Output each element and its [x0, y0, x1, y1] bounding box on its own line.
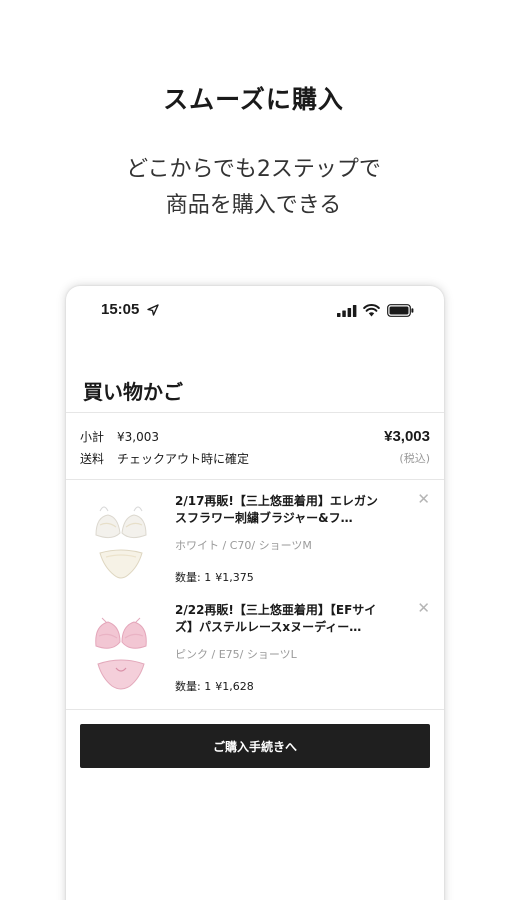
subtotal-label: 小計: [80, 430, 105, 444]
divider: [66, 479, 444, 480]
item-name-line-2: スフラワー刺繍ブラジャー&フ…: [175, 511, 353, 525]
item-price: ¥1,375: [215, 571, 254, 584]
status-bar: 15:05: [66, 300, 444, 322]
close-icon[interactable]: ✕: [417, 600, 430, 616]
item-name[interactable]: 2/22再販!【三上悠亜着用】【EFサイ ズ】パステルレースxヌーディー…: [175, 602, 403, 636]
cart-item: 2/22再販!【三上悠亜着用】【EFサイ ズ】パステルレースxヌーディー… ピン…: [66, 600, 444, 712]
promo-subline-line-2: 商品を購入できる: [165, 193, 342, 218]
shipping-row: 送料 チェックアウト時に確定 (税込): [80, 448, 430, 470]
item-price: ¥1,628: [215, 680, 254, 693]
promo-headline: スムーズに購入: [163, 85, 344, 114]
item-quantity: 数量: 1: [175, 571, 212, 584]
shipping-label: 送料: [80, 452, 105, 466]
status-time: 15:05: [101, 301, 140, 318]
phone-screen: 15:05 買い物かご 小計 ¥3,003 ¥3,003 送料 チェックアウト時…: [66, 286, 444, 900]
tax-note: (税込): [399, 452, 430, 465]
total-amount: ¥3,003: [384, 428, 430, 445]
item-quantity: 数量: 1: [175, 680, 212, 693]
divider: [66, 412, 444, 413]
battery-icon: [387, 304, 414, 317]
promo-subline-line-1: どこからでも2ステップで: [126, 157, 381, 182]
divider: [66, 709, 444, 710]
promo-subline: どこからでも2ステップで 商品を購入できる: [0, 152, 507, 224]
location-arrow-icon: [147, 304, 159, 316]
pink-lingerie-set-thumbnail[interactable]: [90, 610, 152, 700]
cart-item: 2/17再販!【三上悠亜着用】エレガン スフラワー刺繍ブラジャー&フ… ホワイト…: [66, 491, 444, 603]
item-variant: ホワイト / C70/ ショーツM: [175, 539, 312, 552]
wifi-icon: [363, 304, 380, 317]
cellular-signal-icon: [337, 305, 357, 317]
checkout-button[interactable]: ご購入手続きへ: [80, 724, 430, 768]
item-name-line-1: 2/22再販!【三上悠亜着用】【EFサイ: [175, 603, 377, 617]
cart-summary: 小計 ¥3,003 ¥3,003 送料 チェックアウト時に確定 (税込): [80, 426, 430, 470]
close-icon[interactable]: ✕: [417, 491, 430, 507]
cart-title: 買い物かご: [83, 380, 183, 404]
item-name[interactable]: 2/17再販!【三上悠亜着用】エレガン スフラワー刺繍ブラジャー&フ…: [175, 493, 403, 527]
item-name-line-2: ズ】パステルレースxヌーディー…: [175, 620, 362, 634]
shipping-value: チェックアウト時に確定: [117, 452, 250, 466]
white-lingerie-set-thumbnail[interactable]: [90, 501, 152, 591]
item-quantity-price: 数量: 1 ¥1,375: [175, 569, 258, 585]
subtotal-value: ¥3,003: [117, 430, 159, 444]
item-variant: ピンク / E75/ ショーツL: [175, 648, 297, 661]
item-quantity-price: 数量: 1 ¥1,628: [175, 678, 258, 694]
subtotal-row: 小計 ¥3,003 ¥3,003: [80, 426, 430, 448]
item-name-line-1: 2/17再販!【三上悠亜着用】エレガン: [175, 494, 378, 508]
